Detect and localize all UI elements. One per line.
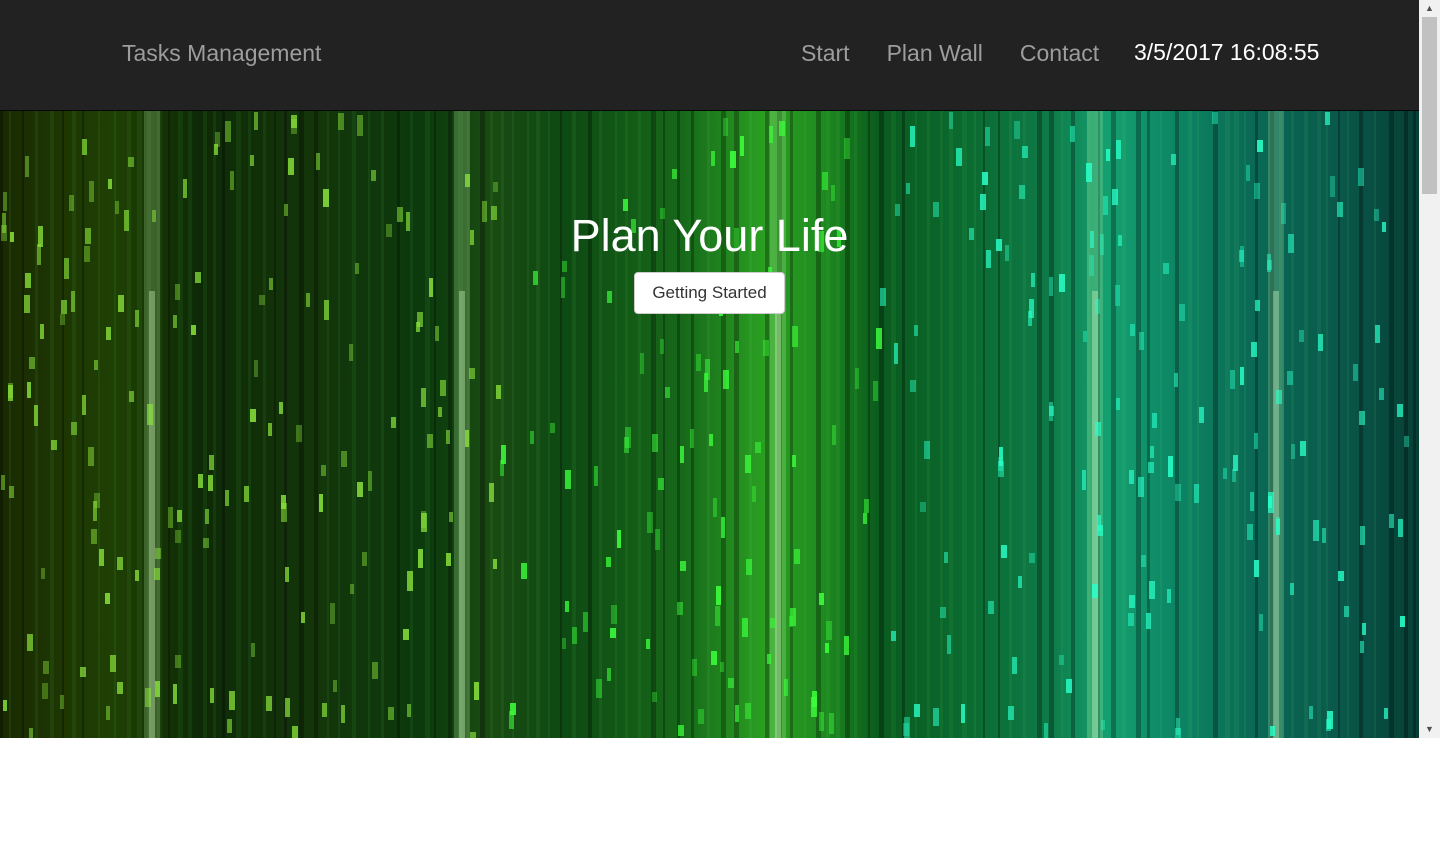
page-content-area bbox=[0, 738, 1440, 852]
page-viewport: Tasks Management Start Plan Wall Contact… bbox=[0, 0, 1419, 738]
vertical-scrollbar[interactable]: ▲ ▼ bbox=[1419, 0, 1440, 738]
current-datetime: 3/5/2017 16:08:55 bbox=[1134, 39, 1320, 65]
brand-link[interactable]: Tasks Management bbox=[122, 40, 321, 67]
scroll-down-icon[interactable]: ▼ bbox=[1419, 721, 1440, 738]
hero-section: Plan Your Life Getting Started bbox=[0, 111, 1419, 738]
nav-link-plan-wall[interactable]: Plan Wall bbox=[887, 40, 983, 67]
nav-link-contact[interactable]: Contact bbox=[1020, 40, 1099, 67]
nav-links: Start Plan Wall Contact bbox=[801, 40, 1136, 67]
top-navbar: Tasks Management Start Plan Wall Contact… bbox=[0, 0, 1419, 111]
hero-background-image bbox=[0, 111, 1416, 738]
scrollbar-thumb[interactable] bbox=[1422, 17, 1437, 194]
hero-title: Plan Your Life bbox=[570, 210, 849, 261]
scroll-up-icon[interactable]: ▲ bbox=[1419, 0, 1440, 17]
getting-started-button[interactable]: Getting Started bbox=[634, 272, 785, 314]
nav-link-start[interactable]: Start bbox=[801, 40, 850, 67]
